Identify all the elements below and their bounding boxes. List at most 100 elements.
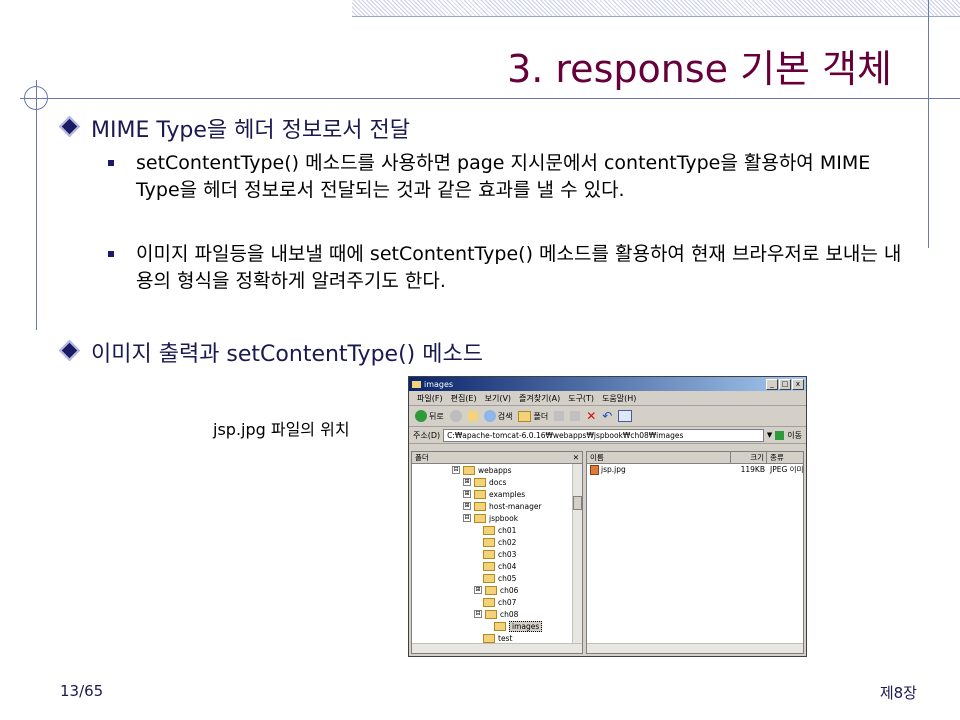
tree-node-label: host-manager: [489, 501, 542, 511]
tree-node-label: ch07: [498, 597, 517, 607]
column-size[interactable]: 크기: [731, 452, 767, 463]
diamond-bullet-icon: [58, 339, 81, 362]
tree-node[interactable]: ⊟ ch08: [412, 608, 572, 620]
page-number: 13/65: [60, 682, 104, 700]
tree-node[interactable]: ch07: [412, 596, 572, 608]
tree-node-label: webapps: [478, 465, 512, 475]
back-button[interactable]: 뒤로: [415, 410, 444, 422]
search-button[interactable]: 검색: [483, 410, 512, 422]
folder-pane: 폴더 ✕ ⊟ webapps ⊞ docs ⊞ examples ⊞ host-manager…: [411, 451, 583, 654]
tree-node[interactable]: ch02: [412, 536, 572, 548]
expand-toggle-icon[interactable]: ⊟: [452, 466, 460, 474]
menu-help[interactable]: 도움말(H): [602, 393, 636, 404]
tree-node-label: docs: [489, 477, 507, 487]
folder-icon: [474, 477, 486, 487]
address-input[interactable]: C:₩apache-tomcat-6.0.16₩webapps₩jspbook₩…: [443, 428, 764, 442]
column-name[interactable]: 이름: [587, 452, 731, 463]
close-button[interactable]: x: [792, 379, 804, 390]
address-bar: 주소(D) C:₩apache-tomcat-6.0.16₩webapps₩js…: [409, 427, 806, 444]
tree-node[interactable]: ⊟ jspbook: [412, 512, 572, 524]
folder-icon: [485, 609, 497, 619]
folder-icon: [474, 489, 486, 499]
folder-icon: [483, 561, 495, 571]
vertical-scrollbar[interactable]: [572, 464, 582, 643]
window-titlebar: images _ □ x: [409, 377, 806, 391]
copy-icon[interactable]: [570, 411, 581, 421]
forward-arrow-icon[interactable]: [449, 410, 462, 422]
tree-node[interactable]: ⊞ docs: [412, 476, 572, 488]
menu-edit[interactable]: 편집(E): [451, 393, 477, 404]
decor-ring: [24, 86, 48, 110]
tree-node[interactable]: ch04: [412, 560, 572, 572]
close-icon[interactable]: ✕: [573, 453, 579, 462]
menu-tools[interactable]: 도구(T): [568, 393, 594, 404]
undo-icon[interactable]: ↶: [602, 409, 612, 423]
tree-node[interactable]: images: [412, 620, 572, 632]
bullet-mime-type: MIME Type을 헤더 정보로서 전달: [58, 112, 410, 144]
tree-node[interactable]: ⊟ webapps: [412, 464, 572, 476]
tree-node-label: examples: [489, 489, 526, 499]
back-label: 뒤로: [429, 411, 444, 421]
file-row[interactable]: jsp.jpg 119KB JPEG 이미지: [587, 464, 803, 475]
expand-toggle-icon[interactable]: ⊞: [463, 478, 471, 486]
column-type[interactable]: 종류: [767, 452, 803, 463]
expand-toggle-icon[interactable]: ⊟: [463, 514, 471, 522]
tree-node[interactable]: ⊞ host-manager: [412, 500, 572, 512]
tree-node[interactable]: ch05: [412, 572, 572, 584]
decor-line: [20, 98, 960, 99]
go-button[interactable]: 이동: [787, 430, 802, 441]
sub-bullet-text: setContentType() 메소드를 사용하면 page 지시문에서 co…: [136, 152, 871, 201]
folders-button[interactable]: 폴더: [518, 410, 548, 422]
search-icon: [483, 410, 496, 422]
menu-file[interactable]: 파일(F): [417, 393, 443, 404]
tree-node-label: jspbook: [489, 513, 519, 523]
folder-icon: [412, 380, 421, 388]
sub-bullet-text: 이미지 파일등을 내보낼 때에 setContentType() 메소드를 활용…: [136, 243, 902, 292]
delete-icon[interactable]: ✕: [586, 409, 596, 423]
file-size: 119KB: [740, 465, 765, 474]
folder-icon: [474, 501, 486, 511]
expand-toggle-icon[interactable]: ⊞: [474, 586, 482, 594]
folder-icon: [474, 513, 486, 523]
diamond-bullet-icon: [58, 115, 81, 138]
bullet-text: 이미지 출력과 setContentType() 메소드: [91, 342, 483, 367]
expand-toggle-icon[interactable]: ⊟: [474, 610, 482, 618]
folder-icon: [483, 633, 495, 643]
expand-toggle-icon[interactable]: ⊞: [463, 502, 471, 510]
chapter-label: 제8장: [879, 684, 917, 702]
tree-node[interactable]: ⊞ ch06: [412, 584, 572, 596]
minimize-button[interactable]: _: [766, 379, 778, 390]
tree-node-label: ch08: [500, 609, 519, 619]
sub-bullet: setContentType() 메소드를 사용하면 page 지시문에서 co…: [108, 150, 908, 204]
up-folder-icon[interactable]: [467, 411, 478, 421]
tree-node-label: ch01: [498, 525, 517, 535]
horizontal-scrollbar[interactable]: [412, 643, 582, 653]
folder-pane-title: 폴더: [415, 453, 429, 462]
address-label: 주소(D): [413, 430, 441, 440]
go-arrow-icon: [775, 430, 785, 440]
tree-node-label: ch06: [500, 585, 519, 595]
tree-node-label: ch05: [498, 573, 517, 583]
tree-node-label: images: [509, 620, 543, 632]
maximize-button[interactable]: □: [779, 379, 791, 390]
folder-tree: ⊟ webapps ⊞ docs ⊞ examples ⊞ host-manager ⊟ jspb…: [412, 464, 572, 644]
folder-icon: [518, 410, 532, 422]
scroll-thumb[interactable]: [573, 496, 582, 510]
tree-node[interactable]: ch03: [412, 548, 572, 560]
menu-favorites[interactable]: 즐겨찾기(A): [519, 393, 560, 404]
file-type: JPEG 이미지: [770, 465, 803, 474]
tree-node[interactable]: ⊞ examples: [412, 488, 572, 500]
move-icon[interactable]: [554, 411, 565, 421]
views-icon[interactable]: [618, 410, 633, 422]
image-file-icon: [590, 465, 599, 475]
tree-node-label: ch03: [498, 549, 517, 559]
file-name: jsp.jpg: [601, 465, 626, 474]
tree-node-label: test: [498, 633, 513, 643]
tree-node[interactable]: ch01: [412, 524, 572, 536]
square-bullet-icon: [108, 160, 114, 166]
horizontal-scrollbar[interactable]: [587, 643, 803, 653]
folder-icon: [483, 597, 495, 607]
dropdown-arrow-icon[interactable]: ▼: [767, 431, 772, 439]
menu-view[interactable]: 보기(V): [485, 393, 511, 404]
expand-toggle-icon[interactable]: ⊞: [463, 490, 471, 498]
